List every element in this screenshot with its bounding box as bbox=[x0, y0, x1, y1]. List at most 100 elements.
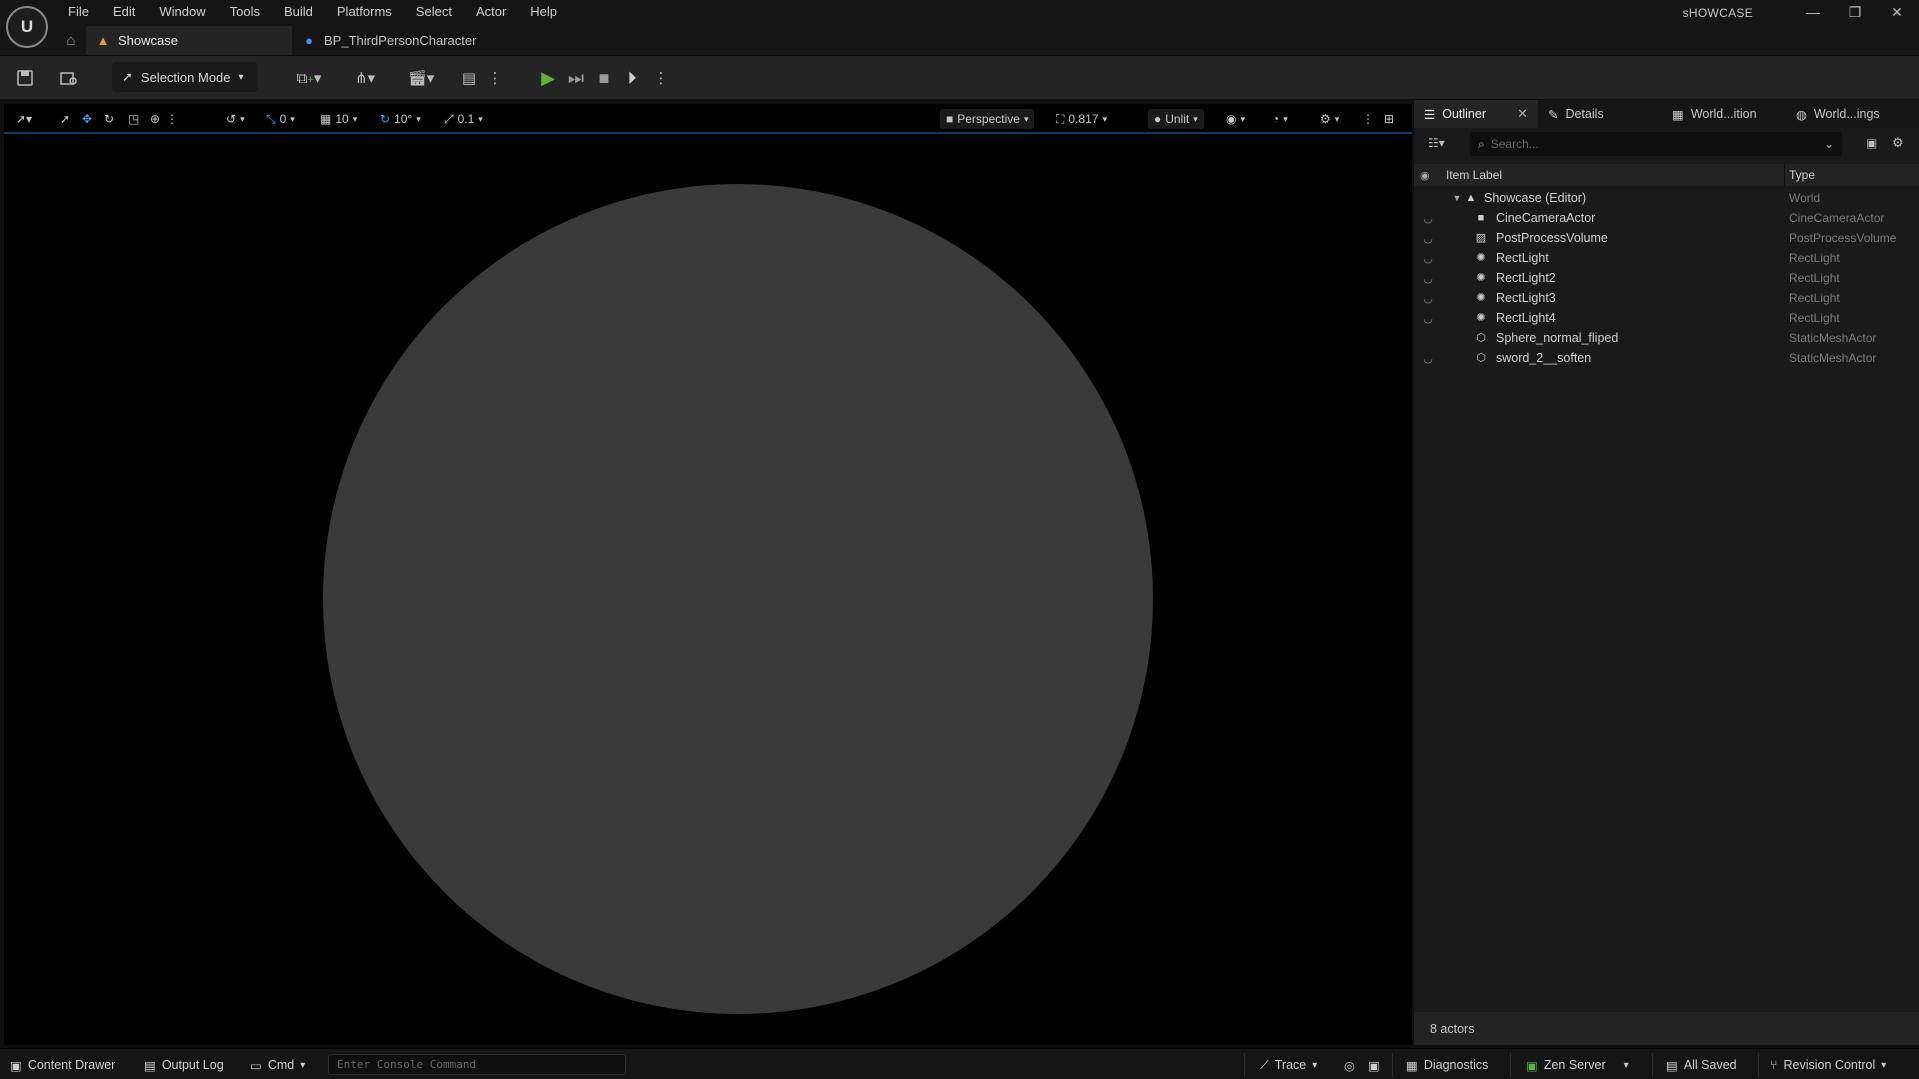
unreal-logo-icon[interactable]: U bbox=[6, 6, 48, 48]
eye-icon[interactable]: ◡ bbox=[1420, 232, 1436, 245]
tree-row-actor[interactable]: ◡ ▨ PostProcessVolume PostProcessVolume bbox=[1414, 228, 1919, 248]
stop-icon[interactable]: ■ bbox=[592, 65, 616, 91]
camera-icon: ■ bbox=[946, 112, 954, 126]
outliner-column-header: ◉ Item Label Type bbox=[1414, 164, 1919, 186]
tab-bp-third-person[interactable]: ● BP_ThirdPersonCharacter bbox=[292, 26, 486, 55]
column-divider[interactable] bbox=[1784, 164, 1785, 186]
tree-row-actor[interactable]: ◡ ✺ RectLight2 RectLight bbox=[1414, 268, 1919, 288]
transform-more-icon[interactable]: ⋮ bbox=[166, 109, 178, 129]
menu-actor[interactable]: Actor bbox=[464, 0, 518, 24]
viewport-options-icon[interactable]: ➚▾ bbox=[16, 109, 32, 129]
record-icon[interactable]: ◎ bbox=[1344, 1055, 1355, 1075]
menu-file[interactable]: File bbox=[56, 0, 101, 24]
eye-icon[interactable]: ◡ bbox=[1420, 252, 1436, 265]
perspective-dropdown[interactable]: ■ Perspective ▾ bbox=[940, 109, 1035, 129]
tree-row-actor[interactable]: ◡ ■ CineCameraActor CineCameraActor bbox=[1414, 208, 1919, 228]
menu-platforms[interactable]: Platforms bbox=[325, 0, 404, 24]
surface-snap-dropdown[interactable]: ⤡ 0 ▾ bbox=[266, 109, 295, 129]
play-icon[interactable]: ▶ bbox=[536, 65, 560, 91]
tab-outliner[interactable]: ☰ Outliner ✕ bbox=[1414, 100, 1538, 128]
eye-icon[interactable]: ◡ bbox=[1420, 312, 1436, 325]
status-divider bbox=[1510, 1053, 1511, 1077]
menu-edit[interactable]: Edit bbox=[101, 0, 147, 24]
diagnostics-button[interactable]: ▦ Diagnostics bbox=[1406, 1055, 1488, 1075]
row-type: PostProcessVolume bbox=[1789, 231, 1897, 245]
grid-snap-dropdown[interactable]: ▦ 10 ▾ bbox=[320, 109, 357, 129]
sphere-mesh[interactable] bbox=[323, 184, 1153, 1014]
filter-icon[interactable]: ☷▾ bbox=[1428, 136, 1445, 150]
collapse-arrow-icon[interactable]: ▼ bbox=[1450, 191, 1464, 205]
restore-icon[interactable]: ❐ bbox=[1835, 2, 1875, 22]
tab-details[interactable]: ✎ Details bbox=[1538, 100, 1662, 128]
tree-row-actor[interactable]: ◡ ✺ RectLight3 RectLight bbox=[1414, 288, 1919, 308]
menu-select[interactable]: Select bbox=[404, 0, 464, 24]
add-folder-icon[interactable]: ▣ bbox=[1866, 136, 1877, 150]
show-flags-dropdown[interactable]: ◉ ▾ bbox=[1226, 109, 1245, 129]
scale-snap-dropdown[interactable]: ⤢ 0.1 ▾ bbox=[444, 109, 483, 129]
toolbar-more-icon[interactable]: ⋮ bbox=[488, 64, 503, 92]
menu-window[interactable]: Window bbox=[147, 0, 217, 24]
angle-snap-dropdown[interactable]: ↻ 10° ▾ bbox=[380, 109, 421, 129]
rotation-snap-dropdown[interactable]: ↺ ▾ bbox=[226, 109, 245, 129]
tab-world-partition[interactable]: ▦ World...ition bbox=[1662, 100, 1786, 128]
performance-dropdown[interactable]: ◔ ▾ bbox=[1272, 109, 1288, 129]
view-mode-dropdown[interactable]: ● Unlit ▾ bbox=[1148, 109, 1204, 129]
tab-showcase[interactable]: ▲ Showcase bbox=[86, 26, 292, 55]
visibility-header-icon[interactable]: ◉ bbox=[1420, 169, 1430, 182]
tree-row-actor[interactable]: ◡ ⬡ sword_2__soften StaticMeshActor bbox=[1414, 348, 1919, 368]
chevron-down-icon: ▾ bbox=[1102, 113, 1107, 124]
platforms-button[interactable]: ▤ bbox=[456, 64, 482, 92]
column-item-label[interactable]: Item Label bbox=[1446, 168, 1502, 182]
menu-build[interactable]: Build bbox=[272, 0, 325, 24]
add-actor-button[interactable]: ⧉+▾ bbox=[290, 64, 328, 92]
play-options-icon[interactable]: ⋮ bbox=[654, 64, 669, 92]
browse-icon[interactable] bbox=[56, 64, 82, 92]
cmd-dropdown[interactable]: ▭ Cmd ▾ bbox=[250, 1055, 305, 1075]
tree-row-actor[interactable]: ⬡ Sphere_normal_fliped StaticMeshActor bbox=[1414, 328, 1919, 348]
move-tool-icon[interactable]: ✥ bbox=[82, 109, 92, 129]
minimize-icon[interactable]: — bbox=[1793, 2, 1833, 22]
revision-control-dropdown[interactable]: ⑂ Revision Control ▾ bbox=[1770, 1055, 1886, 1075]
trace-label: Trace bbox=[1274, 1058, 1307, 1072]
eye-icon[interactable]: ◡ bbox=[1420, 212, 1436, 225]
cinematics-button[interactable]: 🎬︎▾ bbox=[402, 64, 440, 92]
selection-mode-dropdown[interactable]: ➚ Selection Mode ▾ bbox=[112, 62, 258, 92]
blueprint-button[interactable]: ⋔▾ bbox=[346, 64, 384, 92]
column-type[interactable]: Type bbox=[1789, 168, 1815, 182]
tab-world-settings[interactable]: ◍ World...ings bbox=[1786, 100, 1890, 128]
content-drawer-button[interactable]: ▣ Content Drawer bbox=[10, 1055, 115, 1075]
layout-icon[interactable]: ⊞ bbox=[1384, 109, 1394, 129]
settings-dropdown[interactable]: ⚙ ▾ bbox=[1320, 109, 1339, 129]
level-viewport[interactable]: Z X Y bbox=[4, 104, 1412, 1045]
menu-help[interactable]: Help bbox=[518, 0, 569, 24]
select-tool-icon[interactable]: ➚ bbox=[60, 109, 70, 129]
home-icon[interactable]: ⌂ bbox=[56, 30, 86, 52]
rotate-tool-icon[interactable]: ↻ bbox=[104, 109, 114, 129]
console-command-input[interactable]: Enter Console Command bbox=[328, 1054, 626, 1075]
tree-row-actor[interactable]: ◡ ✺ RectLight RectLight bbox=[1414, 248, 1919, 268]
tree-row-world[interactable]: ▼ ▲ Showcase (Editor) World bbox=[1414, 188, 1919, 208]
menu-tools[interactable]: Tools bbox=[218, 0, 272, 24]
terminal-icon: ▭ bbox=[250, 1058, 262, 1073]
close-window-icon[interactable]: ✕ bbox=[1877, 2, 1917, 22]
scale-tool-icon[interactable]: ◳ bbox=[128, 109, 139, 129]
eye-icon[interactable]: ◡ bbox=[1420, 272, 1436, 285]
trace-dropdown[interactable]: ⟋ Trace ▾ bbox=[1260, 1055, 1317, 1075]
gear-icon[interactable]: ⚙ bbox=[1892, 135, 1904, 151]
output-log-button[interactable]: ▤ Output Log bbox=[144, 1055, 224, 1075]
close-icon[interactable]: ✕ bbox=[1517, 106, 1528, 122]
outliner-search-input[interactable]: ⌕ Search... ⌄ bbox=[1470, 132, 1842, 156]
launch-icon[interactable]: ⏵︎ bbox=[620, 65, 644, 91]
eye-icon[interactable]: ◡ bbox=[1420, 352, 1436, 365]
zen-server-dropdown[interactable]: ▣ Zen Server ▾ bbox=[1526, 1055, 1629, 1075]
save-icon[interactable] bbox=[12, 64, 38, 92]
screenshot-icon[interactable]: ▣ bbox=[1368, 1055, 1380, 1075]
all-saved-button[interactable]: ▤ All Saved bbox=[1666, 1055, 1737, 1075]
camera-speed-dropdown[interactable]: ⛶ 0.817 ▾ bbox=[1056, 109, 1107, 129]
viewport-more-icon[interactable]: ⋮ bbox=[1362, 109, 1374, 129]
eye-icon[interactable]: ◡ bbox=[1420, 292, 1436, 305]
tab-label: World...ings bbox=[1813, 107, 1880, 121]
skip-frame-icon[interactable]: ⏭︎ bbox=[564, 65, 588, 91]
tree-row-actor[interactable]: ◡ ✺ RectLight4 RectLight bbox=[1414, 308, 1919, 328]
world-space-icon[interactable]: ⊕ bbox=[150, 109, 160, 129]
